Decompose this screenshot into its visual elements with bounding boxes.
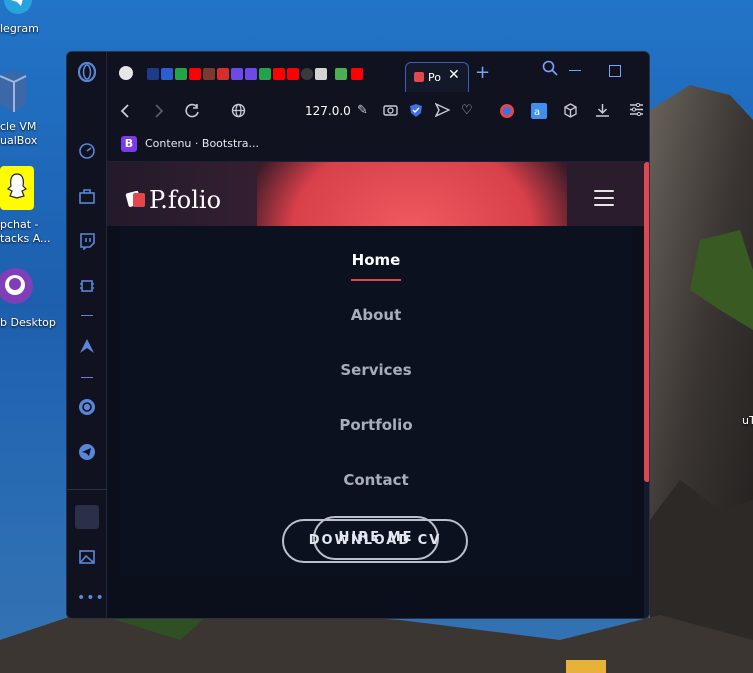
speed-dial-icon[interactable]	[77, 142, 97, 162]
nav-link-portfolio[interactable]: Portfolio	[120, 416, 632, 434]
desktop-icon-label: b Desktop	[0, 316, 56, 329]
tab-favicon-icon[interactable]	[217, 68, 229, 80]
sidebar-divider	[81, 315, 93, 316]
address-bar-row: 127.0.0 ✎ ♡ a	[107, 92, 649, 132]
hamburger-menu-icon[interactable]	[594, 190, 614, 211]
camera-icon[interactable]	[383, 103, 398, 120]
cube-icon[interactable]	[563, 103, 578, 122]
bookmarks-bar: B Contenu · Bootstra...	[107, 132, 649, 162]
bootstrap-bookmark-icon: B	[121, 136, 137, 152]
translate-icon[interactable]: a	[531, 103, 547, 123]
youtube-tab-icon[interactable]	[351, 68, 363, 80]
telegram-sidebar-icon[interactable]	[77, 443, 97, 463]
search-tabs-icon[interactable]	[542, 60, 558, 80]
tab-favicon-icon[interactable]	[203, 68, 215, 80]
minimize-icon[interactable]	[569, 70, 581, 71]
new-tab-icon[interactable]: +	[475, 62, 490, 83]
telegram-icon	[4, 0, 32, 14]
maximize-icon[interactable]	[609, 65, 621, 77]
aria-icon[interactable]	[77, 337, 97, 357]
tab-label: Po	[428, 71, 441, 84]
tab-favicon-icon[interactable]	[245, 68, 257, 80]
tab-favicon-icon	[414, 72, 424, 82]
page-scrollbar-thumb[interactable]	[644, 162, 649, 482]
bookmark-item[interactable]: Contenu · Bootstra...	[145, 137, 259, 150]
youtube-tab-icon[interactable]	[287, 68, 299, 80]
site-logo[interactable]: P.folio	[149, 186, 221, 214]
virtualbox-icon	[0, 70, 27, 112]
tab-bar: Po ✕ + ✕	[107, 52, 649, 92]
sidebar-divider	[81, 377, 93, 378]
gallery-icon[interactable]	[77, 548, 97, 568]
send-icon[interactable]	[434, 102, 451, 121]
extension-color-icon[interactable]	[499, 103, 515, 123]
heart-icon[interactable]: ♡	[461, 103, 473, 118]
web-page-viewport: P.folio Home About Services Portfolio Co…	[107, 162, 649, 618]
svg-text:a: a	[534, 107, 540, 118]
tab-favicon-icon[interactable]	[231, 68, 243, 80]
whatsapp-icon[interactable]	[77, 398, 97, 418]
youtube-tab-icon[interactable]	[189, 68, 201, 80]
url-field[interactable]: 127.0.0	[305, 104, 351, 118]
hero-image	[257, 162, 567, 226]
desktop-icon-label-utorrent[interactable]: uT	[742, 414, 753, 427]
nav-link-services[interactable]: Services	[120, 361, 632, 379]
snapchat-icon	[0, 166, 34, 210]
edit-icon[interactable]: ✎	[357, 103, 368, 118]
sidebar-divider	[67, 489, 107, 490]
tab-favicon-icon[interactable]	[259, 68, 271, 80]
close-tab-icon[interactable]: ✕	[448, 67, 460, 83]
opera-logo-icon[interactable]	[77, 61, 97, 83]
opera-sidebar: •••	[67, 52, 107, 618]
active-nav-underline	[351, 279, 401, 281]
desktop-icon-label-line2: ualBox	[0, 134, 38, 147]
github-icon	[0, 268, 33, 304]
nav-link-about[interactable]: About	[120, 306, 632, 324]
tab-favicon-icon[interactable]	[301, 68, 313, 80]
opera-browser-window: ••• Po ✕ + ✕ 127.0.0 ✎	[66, 51, 650, 619]
tab-favicon-icon[interactable]	[315, 68, 327, 80]
easy-setup-icon[interactable]	[629, 102, 644, 120]
tab-favicon-icon[interactable]	[147, 68, 159, 80]
site-info-globe-icon[interactable]	[231, 103, 246, 122]
desktop-icon-label: cle VM	[0, 120, 37, 133]
workspace-square-icon[interactable]	[75, 505, 99, 529]
download-icon[interactable]	[595, 103, 610, 122]
twitch-icon[interactable]	[77, 232, 97, 252]
reload-icon[interactable]	[185, 103, 200, 122]
github-tab-icon[interactable]	[119, 66, 133, 80]
desktop-icon-label-line2: tacks A...	[0, 232, 51, 245]
adblock-shield-icon[interactable]	[409, 103, 423, 122]
tab-active[interactable]: Po ✕	[405, 62, 469, 92]
desktop-icon-label: legram	[0, 22, 39, 35]
youtube-tab-icon[interactable]	[273, 68, 285, 80]
utorrent-tab-icon[interactable]	[335, 68, 347, 80]
chip-icon[interactable]	[77, 277, 97, 297]
shopping-icon[interactable]	[77, 187, 97, 207]
desktop-icon-label: pchat -	[0, 218, 39, 231]
tab-favicon-icon[interactable]	[161, 68, 173, 80]
tab-favicon-icon[interactable]	[175, 68, 187, 80]
logo-mark-icon[interactable]	[125, 188, 147, 210]
nav-link-home[interactable]: Home	[120, 251, 632, 269]
back-icon[interactable]	[119, 103, 131, 122]
nav-link-contact[interactable]: Contact	[120, 471, 632, 489]
download-cv-button[interactable]: DOWNLOAD CV	[282, 519, 468, 563]
forward-icon[interactable]	[153, 103, 165, 122]
more-icon[interactable]: •••	[77, 588, 104, 608]
close-window-icon[interactable]: ✕	[648, 60, 649, 81]
